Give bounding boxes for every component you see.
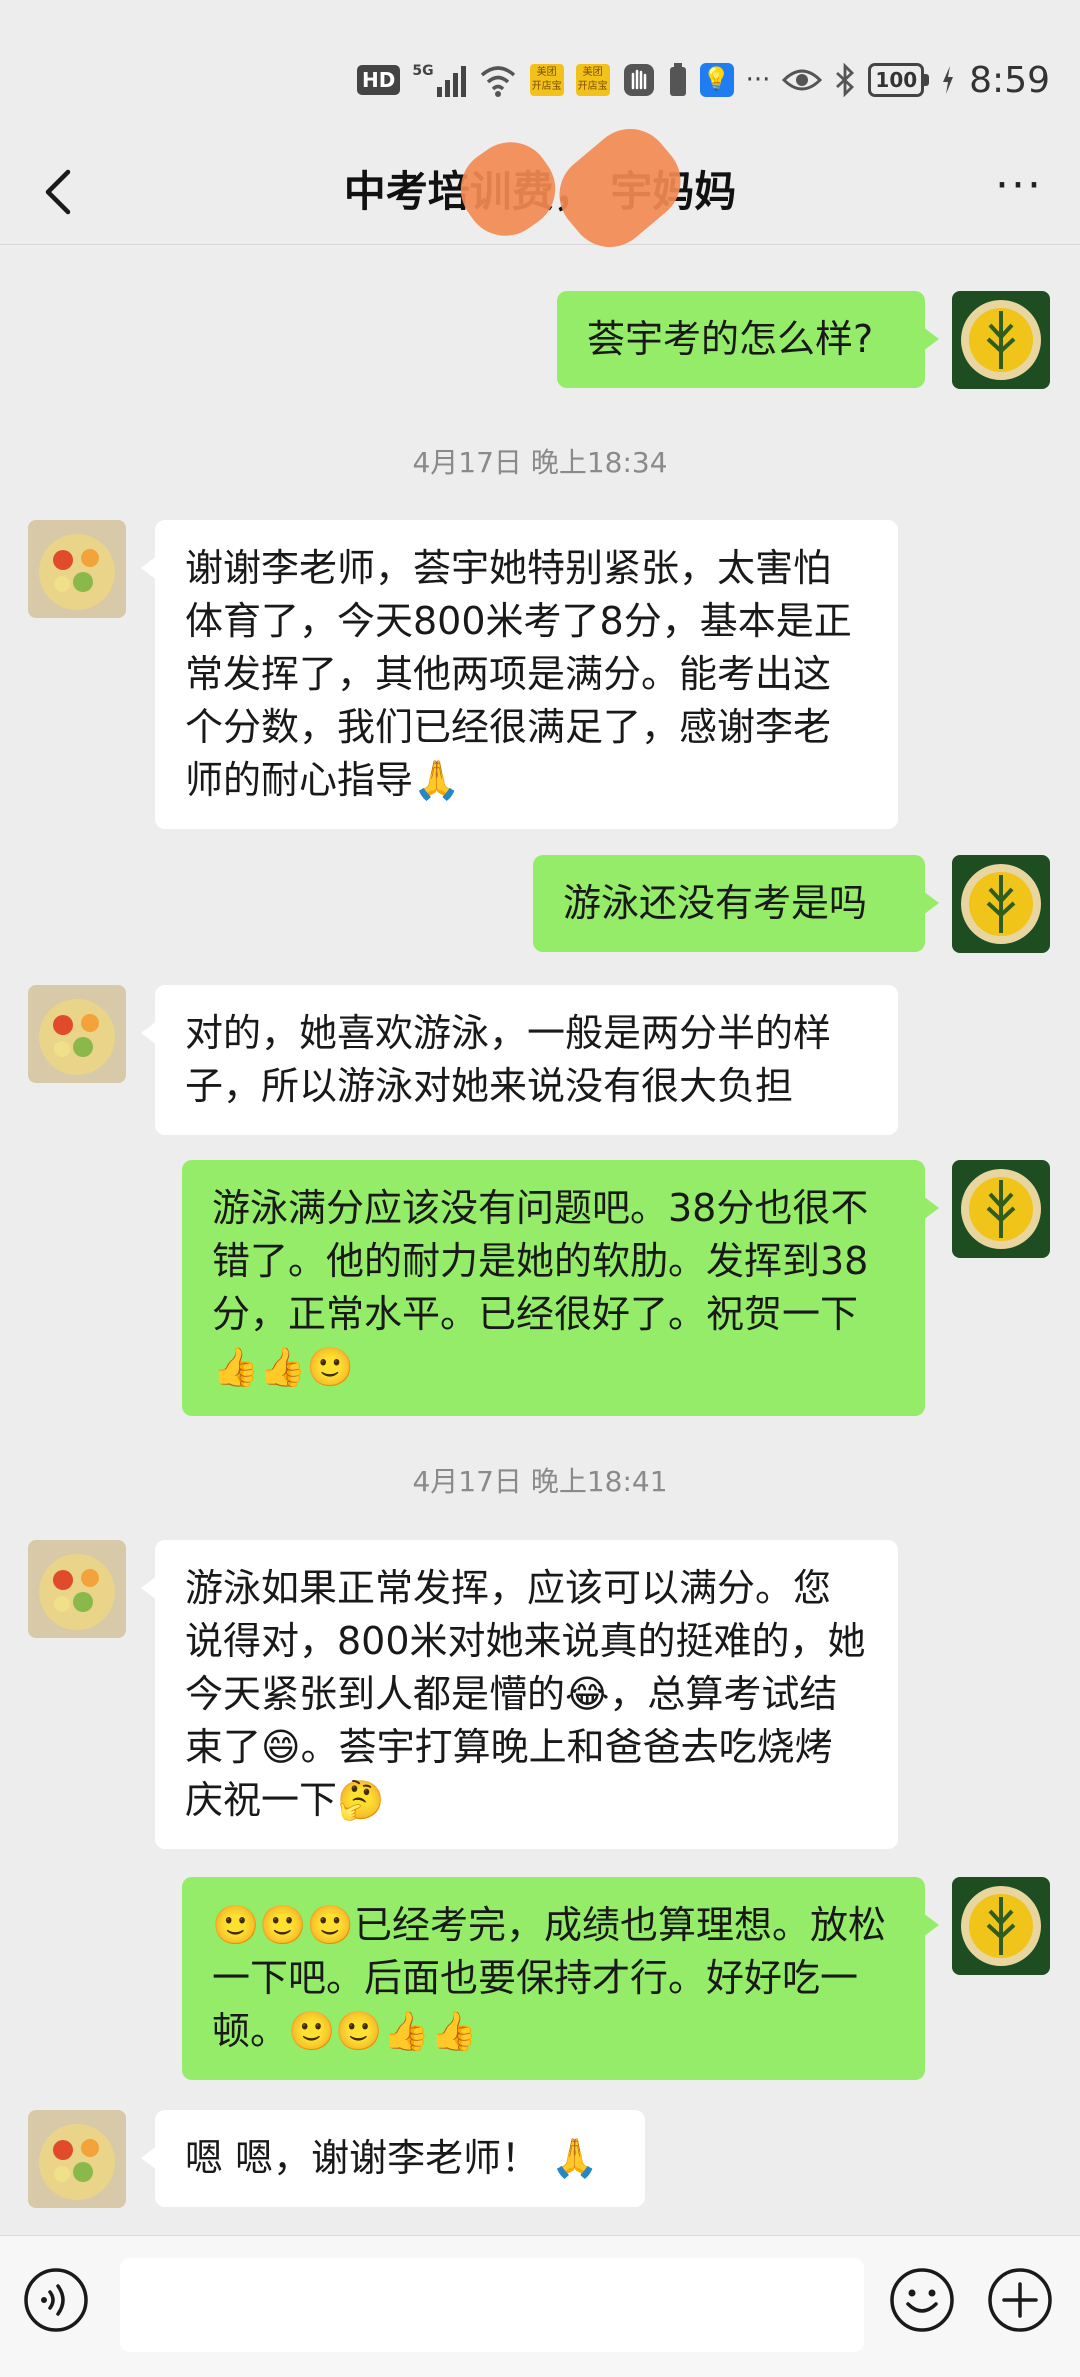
- contact-avatar[interactable]: [28, 520, 126, 618]
- network-type: 5G: [412, 63, 434, 79]
- timestamp: 4月17日 晚上18:34: [412, 446, 668, 479]
- message-bubble[interactable]: 🙂🙂🙂已经考完，成绩也算理想。放松一下吧。后面也要保持才行。好好吃一顿。🙂🙂👍👍: [182, 1877, 939, 2080]
- my-avatar[interactable]: [952, 855, 1050, 953]
- message-bubble[interactable]: 荟宇考的怎么样?: [557, 291, 939, 388]
- emoji-icon[interactable]: [888, 2266, 956, 2334]
- my-avatar[interactable]: [952, 1877, 1050, 1975]
- meituan-app-icon: 美团 开店宝: [529, 64, 564, 96]
- message-bubble[interactable]: 游泳如果正常发挥，应该可以满分。您说得对，800米对她来说真的挺难的，她今天紧张…: [141, 1540, 898, 1849]
- meituan-app-icon-2: 美团 开店宝: [575, 64, 610, 96]
- bulb-app-icon: 💡: [699, 63, 734, 97]
- eye-icon: [782, 69, 823, 91]
- message-bubble[interactable]: 对的，她喜欢游泳，一般是两分半的样子，所以游泳对她来说没有很大负担: [141, 985, 898, 1135]
- charging-icon: [943, 66, 954, 94]
- message-bubble[interactable]: 游泳满分应该没有问题吧。38分也很不错了。他的耐力是她的软肋。发挥到38分，正常…: [182, 1160, 939, 1416]
- back-arrow-icon[interactable]: [28, 160, 92, 224]
- hand-icon: [623, 64, 654, 96]
- voice-input-icon[interactable]: [22, 2266, 90, 2334]
- signal-icon: 5G: [412, 63, 466, 97]
- plus-icon[interactable]: [986, 2266, 1054, 2334]
- status-icons: HD 5G 美团 开店宝 美团 开店宝 💡 ··· 100 8:59: [357, 56, 1050, 104]
- message-input[interactable]: [120, 2258, 864, 2352]
- hd-icon: HD: [357, 65, 401, 95]
- status-bar: HD 5G 美团 开店宝 美团 开店宝 💡 ··· 100 8:59: [0, 0, 1080, 140]
- contact-avatar[interactable]: [28, 2110, 126, 2208]
- message-bubble[interactable]: 谢谢李老师，荟宇她特别紧张，太害怕体育了，今天800米考了8分，基本是正常发挥了…: [141, 520, 898, 829]
- message-bubble[interactable]: 嗯 嗯，谢谢李老师！ 🙏: [141, 2110, 645, 2207]
- timestamp: 4月17日 晚上18:41: [412, 1465, 668, 1498]
- battery-level: 100: [868, 63, 925, 97]
- input-bar: [0, 2235, 1080, 2377]
- contact-avatar[interactable]: [28, 1540, 126, 1638]
- battery-icon: 100: [868, 63, 930, 97]
- my-avatar[interactable]: [952, 291, 1050, 389]
- battery-app-icon: [669, 63, 686, 96]
- message-bubble[interactable]: 游泳还没有考是吗: [533, 855, 939, 952]
- wifi-icon: [480, 66, 515, 97]
- clock: 8:59: [969, 59, 1050, 101]
- my-avatar[interactable]: [952, 1160, 1050, 1258]
- chat-header: 中考培训费， 宇妈妈 ···: [0, 112, 1080, 264]
- more-options-icon[interactable]: ···: [988, 164, 1050, 218]
- contact-avatar[interactable]: [28, 985, 126, 1083]
- message-list[interactable]: 荟宇考的怎么样? 4月17日 晚上18:34 谢谢李老师，荟宇她特别紧张，太害怕…: [0, 245, 1080, 2235]
- more-notifications-icon: ···: [745, 65, 771, 95]
- bluetooth-icon: [836, 63, 855, 97]
